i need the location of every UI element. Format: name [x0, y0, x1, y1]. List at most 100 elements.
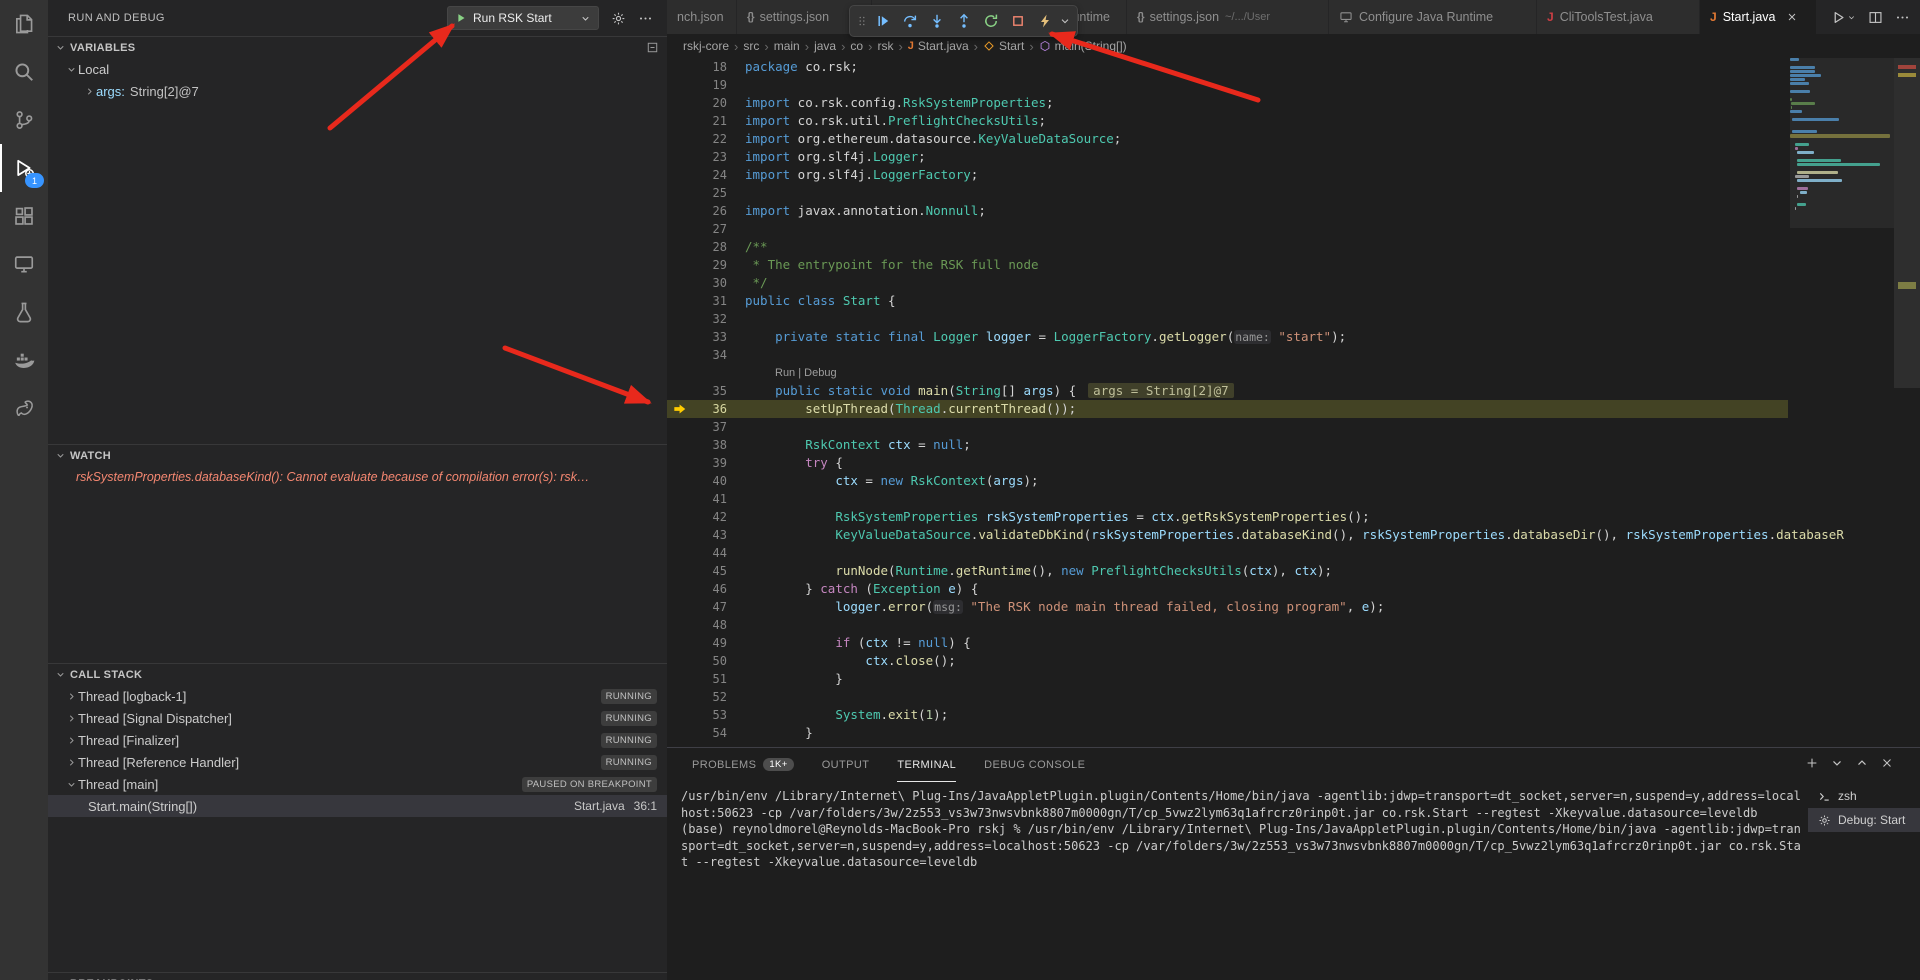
breakpoint-gutter[interactable] — [667, 580, 693, 598]
call-stack-thread[interactable]: Thread [main]PAUSED ON BREAKPOINT — [48, 773, 667, 795]
breakpoint-gutter[interactable] — [667, 652, 693, 670]
breakpoint-gutter[interactable] — [667, 472, 693, 490]
overview-ruler[interactable] — [1894, 58, 1920, 747]
tab-settings.json[interactable]: {}settings.json~/.../User — [1127, 0, 1329, 34]
call-stack-thread[interactable]: Thread [Finalizer]RUNNING — [48, 729, 667, 751]
activitybar-item-testing[interactable] — [0, 288, 48, 336]
activitybar-item-search[interactable] — [0, 48, 48, 96]
panel-tab-problems[interactable]: PROBLEMS1K+ — [692, 748, 794, 782]
breadcrumb-src[interactable]: src — [743, 39, 759, 53]
call-stack-thread[interactable]: Thread [Signal Dispatcher]RUNNING — [48, 707, 667, 729]
breakpoint-gutter[interactable] — [667, 166, 693, 184]
breakpoint-gutter[interactable] — [667, 184, 693, 202]
panel-tab-debug-console[interactable]: DEBUG CONSOLE — [984, 748, 1085, 782]
debug-toolbar-dropdown[interactable] — [1058, 15, 1072, 27]
close-panel-button[interactable] — [1880, 756, 1894, 770]
terminal-list-item-debug-start[interactable]: Debug: Start — [1808, 808, 1920, 832]
breadcrumb-main[interactable]: main — [774, 39, 800, 53]
breakpoint-gutter[interactable] — [667, 688, 693, 706]
minimap[interactable] — [1790, 58, 1894, 747]
variables-scope-local[interactable]: Local — [48, 58, 667, 80]
activitybar-item-source-control[interactable] — [0, 96, 48, 144]
breakpoint-gutter[interactable] — [667, 400, 693, 418]
continue-button[interactable] — [869, 8, 896, 34]
call-stack-thread[interactable]: Thread [logback-1]RUNNING — [48, 685, 667, 707]
breakpoint-gutter[interactable] — [667, 670, 693, 688]
breakpoint-gutter[interactable] — [667, 274, 693, 292]
breadcrumb-java[interactable]: java — [814, 39, 836, 53]
split-editor-button[interactable] — [1868, 10, 1883, 25]
activitybar-item-remote-explorer[interactable] — [0, 240, 48, 288]
activitybar-item-docker[interactable] — [0, 336, 48, 384]
breakpoint-gutter[interactable] — [667, 724, 693, 742]
activitybar-item-run-and-debug[interactable]: 1 — [0, 144, 48, 192]
call-stack-frame[interactable]: Start.main(String[])Start.java36:1 — [48, 795, 667, 817]
close-tab-button[interactable] — [1786, 11, 1798, 23]
call-stack-thread[interactable]: Thread [Reference Handler]RUNNING — [48, 751, 667, 773]
breakpoint-gutter[interactable] — [667, 562, 693, 580]
terminal-list-item-zsh[interactable]: zsh — [1808, 784, 1920, 808]
variables-header[interactable]: VARIABLES — [48, 36, 667, 58]
breakpoint-gutter[interactable] — [667, 508, 693, 526]
terminal-dropdown-button[interactable] — [1830, 756, 1844, 770]
breakpoint-gutter[interactable] — [667, 94, 693, 112]
panel-tab-output[interactable]: OUTPUT — [822, 748, 870, 782]
stop-button[interactable] — [1004, 8, 1031, 34]
breakpoint-gutter[interactable] — [667, 544, 693, 562]
breakpoints-header[interactable]: BREAKPOINTS — [48, 972, 667, 980]
tab-start.java[interactable]: JStart.java — [1700, 0, 1817, 34]
breakpoint-gutter[interactable] — [667, 634, 693, 652]
variable-args[interactable]: args: String[2]@7 — [48, 80, 667, 102]
breadcrumb-file[interactable]: JStart.java — [908, 39, 969, 53]
breakpoint-gutter[interactable] — [667, 292, 693, 310]
breadcrumb-co[interactable]: co — [850, 39, 863, 53]
breakpoint-gutter[interactable] — [667, 238, 693, 256]
step-into-button[interactable] — [923, 8, 950, 34]
breadcrumb-symbol-method[interactable]: main(String[]) — [1039, 39, 1127, 53]
breakpoint-gutter[interactable] — [667, 436, 693, 454]
activitybar-item-explorer[interactable] — [0, 0, 48, 48]
activitybar-item-extensions[interactable] — [0, 192, 48, 240]
restart-button[interactable] — [977, 8, 1004, 34]
breakpoint-gutter[interactable] — [667, 112, 693, 130]
breakpoint-gutter[interactable] — [667, 526, 693, 544]
call-stack-header[interactable]: CALL STACK — [48, 663, 667, 685]
breakpoint-gutter[interactable] — [667, 346, 693, 364]
panel-tab-terminal[interactable]: TERMINAL — [897, 748, 956, 782]
breakpoint-gutter[interactable] — [667, 706, 693, 724]
code-editor[interactable]: 18package co.rsk;1920import co.rsk.confi… — [667, 58, 1920, 747]
run-config-dropdown[interactable]: Run RSK Start — [447, 6, 599, 30]
breakpoint-gutter[interactable] — [667, 58, 693, 76]
watch-header[interactable]: WATCH — [48, 444, 667, 466]
collapse-all-icon[interactable] — [645, 41, 659, 54]
more-actions-icon[interactable] — [638, 11, 653, 26]
scrollbar-slider[interactable] — [1894, 58, 1920, 388]
breakpoint-gutter[interactable] — [667, 220, 693, 238]
watch-expression[interactable]: rskSystemProperties.databaseKind(): Cann… — [48, 466, 667, 488]
breakpoint-gutter[interactable] — [667, 382, 693, 400]
breadcrumb-rskj-core[interactable]: rskj-core — [683, 39, 729, 53]
breadcrumb-rsk[interactable]: rsk — [877, 39, 893, 53]
step-over-button[interactable] — [896, 8, 923, 34]
breakpoint-gutter[interactable] — [667, 148, 693, 166]
breakpoint-gutter[interactable] — [667, 256, 693, 274]
toolbar-drag-handle[interactable] — [855, 14, 869, 28]
run-button[interactable] — [1831, 10, 1856, 25]
start-debug-icon[interactable] — [455, 12, 467, 24]
breakpoint-gutter[interactable] — [667, 76, 693, 94]
breakpoint-gutter[interactable] — [667, 328, 693, 346]
debug-settings-gear-icon[interactable] — [611, 11, 626, 26]
breakpoint-gutter[interactable] — [667, 598, 693, 616]
tab-configure-java-runtime[interactable]: Configure Java Runtime — [1329, 0, 1537, 34]
breakpoint-gutter[interactable] — [667, 418, 693, 436]
breakpoint-gutter[interactable] — [667, 616, 693, 634]
step-out-button[interactable] — [950, 8, 977, 34]
tab-nch.json[interactable]: nch.json — [667, 0, 737, 34]
breakpoint-gutter[interactable] — [667, 364, 693, 382]
maximize-panel-button[interactable] — [1855, 756, 1869, 770]
breakpoint-gutter[interactable] — [667, 310, 693, 328]
codelens-run-debug[interactable]: Run | Debug — [745, 364, 837, 382]
breakpoint-gutter[interactable] — [667, 202, 693, 220]
tab-clitoolstest.java[interactable]: JCliToolsTest.java — [1537, 0, 1700, 34]
breadcrumb-symbol-class[interactable]: Start — [983, 39, 1024, 53]
